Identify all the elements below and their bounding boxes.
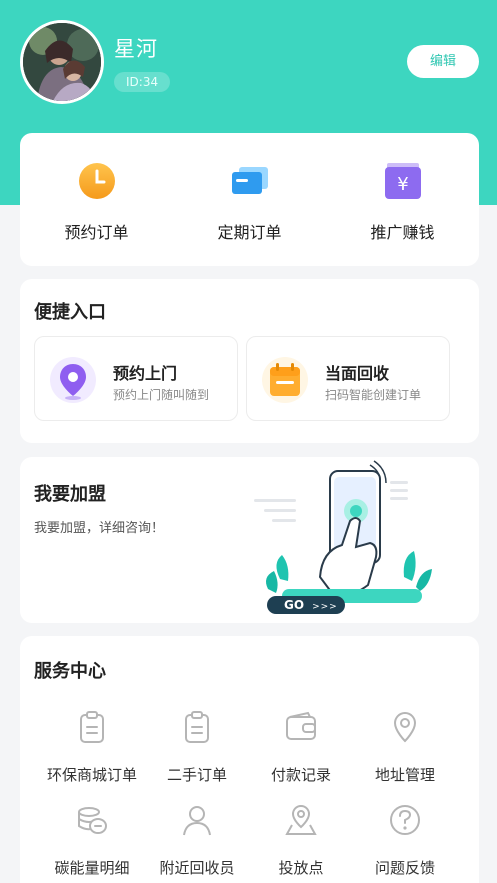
service-item-label: 付款记录 (270, 766, 331, 784)
service-item-payment-records[interactable]: 付款记录 (244, 710, 358, 800)
phone-hand-illustration-icon (254, 460, 432, 603)
username: 星河 (114, 37, 158, 61)
service-item-drop-points[interactable]: 投放点 (244, 803, 358, 883)
coins-icon (78, 807, 107, 834)
service-item-label: 二手订单 (166, 766, 227, 784)
service-center-card: 服务中心 环保商城订单 二手订单 付款记录 地址管理 碳能量明细 附近回收员 投… (20, 636, 479, 883)
quick-item-subtitle: 预约上门随叫随到 (113, 388, 210, 402)
service-item-feedback[interactable]: 问题反馈 (348, 803, 462, 883)
location-pin-icon (50, 357, 96, 403)
go-arrows: >>> (312, 602, 338, 612)
svg-text:¥: ¥ (397, 174, 408, 195)
quick-item-face-to-face[interactable]: 当面回收 扫码智能创建订单 (246, 336, 450, 421)
avatar-photo-icon (23, 23, 101, 101)
yen-wallet-icon: ¥ (384, 163, 421, 199)
user-id-badge: ID:34 (114, 72, 171, 92)
edit-profile-button[interactable]: 编辑 (407, 45, 479, 78)
service-item-label: 投放点 (278, 859, 324, 877)
clipboard-icon (185, 711, 209, 743)
service-item-label: 碳能量明细 (54, 859, 130, 877)
order-item-appointment[interactable]: 预约订单 (20, 133, 173, 266)
join-title: 我要加盟 (34, 484, 106, 505)
orders-card: 预约订单 定期订单 ¥ 推广赚钱 (20, 133, 479, 266)
map-pin-icon (285, 804, 317, 835)
clipboard-icon (80, 711, 104, 743)
order-item-label: 预约订单 (64, 223, 129, 242)
section-title: 便捷入口 (34, 302, 106, 323)
service-item-label: 附近回收员 (159, 859, 235, 877)
service-item-mall-orders[interactable]: 环保商城订单 (35, 710, 149, 800)
quick-item-title: 预约上门 (113, 364, 178, 383)
person-icon (183, 806, 211, 836)
service-item-label: 问题反馈 (374, 859, 435, 877)
join-subtitle: 我要加盟，详细咨询！ (34, 521, 165, 536)
clock-icon (78, 163, 115, 199)
service-item-second-hand-orders[interactable]: 二手订单 (140, 710, 254, 800)
order-item-label: 定期订单 (217, 223, 282, 242)
service-item-label: 环保商城订单 (46, 766, 137, 784)
service-item-address-management[interactable]: 地址管理 (348, 710, 462, 800)
go-button[interactable]: GO >>> (267, 596, 345, 614)
calendar-icon (262, 357, 308, 403)
go-label: GO (284, 598, 305, 612)
order-item-regular[interactable]: 定期订单 (173, 133, 326, 266)
service-item-carbon-details[interactable]: 碳能量明细 (35, 803, 149, 883)
cards-icon (231, 167, 268, 194)
quick-item-doorstep[interactable]: 预约上门 预约上门随叫随到 (34, 336, 238, 421)
avatar[interactable] (20, 20, 104, 104)
wallet-icon (286, 711, 316, 740)
location-pin-icon (393, 711, 417, 743)
quick-entry-card: 便捷入口 预约上门 预约上门随叫随到 当面回收 扫码智能创建订单 (20, 279, 479, 443)
question-icon (390, 805, 420, 835)
order-item-promote[interactable]: ¥ 推广赚钱 (326, 133, 479, 266)
service-item-nearby-collectors[interactable]: 附近回收员 (140, 803, 254, 883)
order-item-label: 推广赚钱 (370, 223, 435, 242)
service-item-label: 地址管理 (374, 766, 435, 784)
quick-item-subtitle: 扫码智能创建订单 (325, 388, 422, 402)
quick-item-title: 当面回收 (325, 364, 390, 383)
join-card[interactable]: 我要加盟 我要加盟，详细咨询！ GO >>> (20, 457, 479, 623)
service-title: 服务中心 (34, 661, 106, 682)
